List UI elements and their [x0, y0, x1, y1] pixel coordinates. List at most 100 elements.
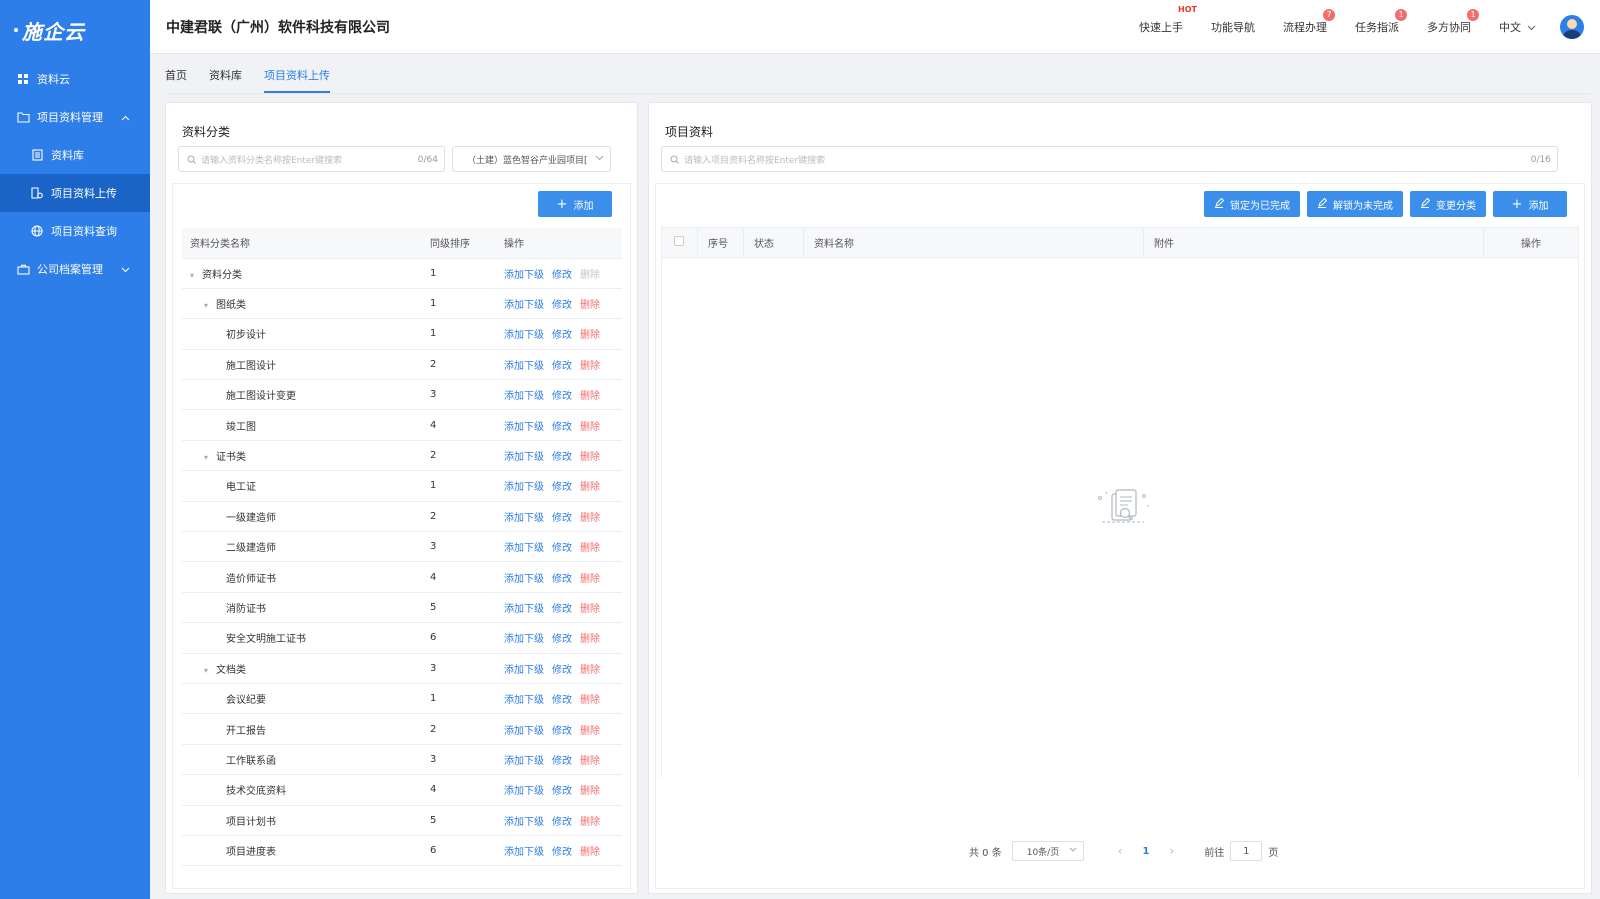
edit-link[interactable]: 修改: [552, 482, 572, 493]
category-search-input[interactable]: 请输入资料分类名称按Enter键搜索 0/64: [178, 146, 445, 172]
delete-link[interactable]: 删除: [580, 695, 600, 706]
tab-library[interactable]: 资料库: [209, 67, 242, 93]
tree-row[interactable]: ▾ 图纸类 1 添加下级 修改 删除: [182, 288, 622, 320]
workflow-link[interactable]: 流程办理 7: [1283, 9, 1335, 35]
tree-row[interactable]: 二级建造师 3 添加下级 修改 删除: [182, 531, 622, 563]
tree-row[interactable]: 造价师证书 4 添加下级 修改 删除: [182, 561, 622, 593]
tree-row[interactable]: 会议纪要 1 添加下级 修改 删除: [182, 683, 622, 715]
delete-link[interactable]: 删除: [580, 452, 600, 463]
tree-row[interactable]: 消防证书 5 添加下级 修改 删除: [182, 592, 622, 624]
add-child-link[interactable]: 添加下级: [504, 482, 544, 493]
edit-link[interactable]: 修改: [552, 391, 572, 402]
edit-link[interactable]: 修改: [552, 513, 572, 524]
add-child-link[interactable]: 添加下级: [504, 695, 544, 706]
delete-link[interactable]: 删除: [580, 513, 600, 524]
tree-row[interactable]: 工作联系函 3 添加下级 修改 删除: [182, 744, 622, 776]
delete-link[interactable]: 删除: [580, 422, 600, 433]
tree-row[interactable]: ▾ 文档类 3 添加下级 修改 删除: [182, 653, 622, 684]
tab-home[interactable]: 首页: [165, 67, 187, 93]
edit-link[interactable]: 修改: [552, 330, 572, 341]
tree-row[interactable]: 初步设计 1 添加下级 修改 删除: [182, 318, 622, 350]
task-assign-link[interactable]: 任务指派 1: [1355, 9, 1407, 35]
tree-row[interactable]: 项目进度表 6 添加下级 修改 删除: [182, 835, 622, 867]
language-select[interactable]: 中文: [1499, 19, 1536, 35]
add-child-link[interactable]: 添加下级: [504, 361, 544, 372]
add-child-link[interactable]: 添加下级: [504, 452, 544, 463]
tree-row[interactable]: 开工报告 2 添加下级 修改 删除: [182, 713, 622, 745]
delete-link[interactable]: 删除: [580, 847, 600, 858]
edit-link[interactable]: 修改: [552, 634, 572, 645]
add-child-link[interactable]: 添加下级: [504, 270, 544, 281]
edit-link[interactable]: 修改: [552, 270, 572, 281]
prev-page-icon[interactable]: ‹: [1118, 844, 1123, 858]
tree-row[interactable]: 电工证 1 添加下级 修改 删除: [182, 470, 622, 502]
tree-row[interactable]: 施工图设计变更 3 添加下级 修改 删除: [182, 379, 622, 411]
expand-caret-icon[interactable]: ▾: [204, 453, 216, 462]
edit-link[interactable]: 修改: [552, 543, 572, 554]
tree-row[interactable]: ▾ 证书类 2 添加下级 修改 删除: [182, 440, 622, 472]
edit-link[interactable]: 修改: [552, 817, 572, 828]
edit-link[interactable]: 修改: [552, 756, 572, 767]
edit-link[interactable]: 修改: [552, 726, 572, 737]
delete-link[interactable]: 删除: [580, 330, 600, 341]
add-child-link[interactable]: 添加下级: [504, 604, 544, 615]
edit-link[interactable]: 修改: [552, 422, 572, 433]
delete-link[interactable]: 删除: [580, 726, 600, 737]
sidebar-item-company-archive[interactable]: 公司档案管理: [0, 250, 150, 288]
current-page[interactable]: 1: [1143, 846, 1150, 857]
delete-link[interactable]: 删除: [580, 574, 600, 585]
add-child-link[interactable]: 添加下级: [504, 422, 544, 433]
unlock-incomplete-button[interactable]: 解锁为未完成: [1307, 191, 1403, 217]
sidebar-item-ziliaoyun[interactable]: 资料云: [0, 60, 150, 98]
next-page-icon[interactable]: ›: [1170, 844, 1175, 858]
tree-row[interactable]: 一级建造师 2 添加下级 修改 删除: [182, 501, 622, 533]
expand-caret-icon[interactable]: ▾: [204, 666, 216, 675]
delete-link[interactable]: 删除: [580, 543, 600, 554]
project-docs-search-input[interactable]: 请输入项目资料名称按Enter键搜索 0/16: [661, 146, 1558, 172]
add-child-link[interactable]: 添加下级: [504, 756, 544, 767]
sidebar-item-query[interactable]: 项目资料查询: [0, 212, 150, 250]
edit-link[interactable]: 修改: [552, 847, 572, 858]
delete-link[interactable]: 删除: [580, 817, 600, 828]
edit-link[interactable]: 修改: [552, 300, 572, 311]
collaboration-link[interactable]: 多方协同 1: [1427, 9, 1479, 35]
delete-link[interactable]: 删除: [580, 756, 600, 767]
change-category-button[interactable]: 变更分类: [1410, 191, 1486, 217]
edit-link[interactable]: 修改: [552, 786, 572, 797]
add-child-link[interactable]: 添加下级: [504, 786, 544, 797]
select-all-checkbox[interactable]: [674, 236, 684, 246]
edit-link[interactable]: 修改: [552, 574, 572, 585]
tree-row[interactable]: ▾ 资料分类 1 添加下级 修改 删除: [182, 258, 622, 289]
delete-link[interactable]: 删除: [580, 361, 600, 372]
add-child-link[interactable]: 添加下级: [504, 634, 544, 645]
add-child-link[interactable]: 添加下级: [504, 543, 544, 554]
add-child-link[interactable]: 添加下级: [504, 726, 544, 737]
add-child-link[interactable]: 添加下级: [504, 300, 544, 311]
tree-row[interactable]: 技术交底资料 4 添加下级 修改 删除: [182, 774, 622, 806]
delete-link[interactable]: 删除: [580, 786, 600, 797]
quick-start-link[interactable]: 快速上手 HOT: [1139, 5, 1197, 35]
delete-link[interactable]: 删除: [580, 665, 600, 676]
sidebar-item-library[interactable]: 资料库: [0, 136, 150, 174]
delete-link[interactable]: 删除: [580, 391, 600, 402]
add-child-link[interactable]: 添加下级: [504, 330, 544, 341]
edit-link[interactable]: 修改: [552, 665, 572, 676]
expand-caret-icon[interactable]: ▾: [190, 271, 202, 280]
delete-link[interactable]: 删除: [580, 604, 600, 615]
tree-row[interactable]: 施工图设计 2 添加下级 修改 删除: [182, 349, 622, 381]
add-child-link[interactable]: 添加下级: [504, 817, 544, 828]
avatar[interactable]: [1560, 15, 1584, 39]
add-child-link[interactable]: 添加下级: [504, 847, 544, 858]
edit-link[interactable]: 修改: [552, 452, 572, 463]
add-doc-button[interactable]: + 添加: [1493, 191, 1567, 217]
tree-row[interactable]: 安全文明施工证书 6 添加下级 修改 删除: [182, 622, 622, 654]
tree-row[interactable]: 项目计划书 5 添加下级 修改 删除: [182, 805, 622, 836]
add-child-link[interactable]: 添加下级: [504, 574, 544, 585]
add-child-link[interactable]: 添加下级: [504, 391, 544, 402]
delete-link[interactable]: 删除: [580, 482, 600, 493]
page-size-select[interactable]: 10条/页: [1011, 841, 1084, 861]
expand-caret-icon[interactable]: ▾: [204, 301, 216, 310]
sidebar-item-project-docs[interactable]: 项目资料管理: [0, 98, 150, 136]
add-category-button[interactable]: + 添加: [538, 191, 612, 217]
delete-link[interactable]: 删除: [580, 634, 600, 645]
